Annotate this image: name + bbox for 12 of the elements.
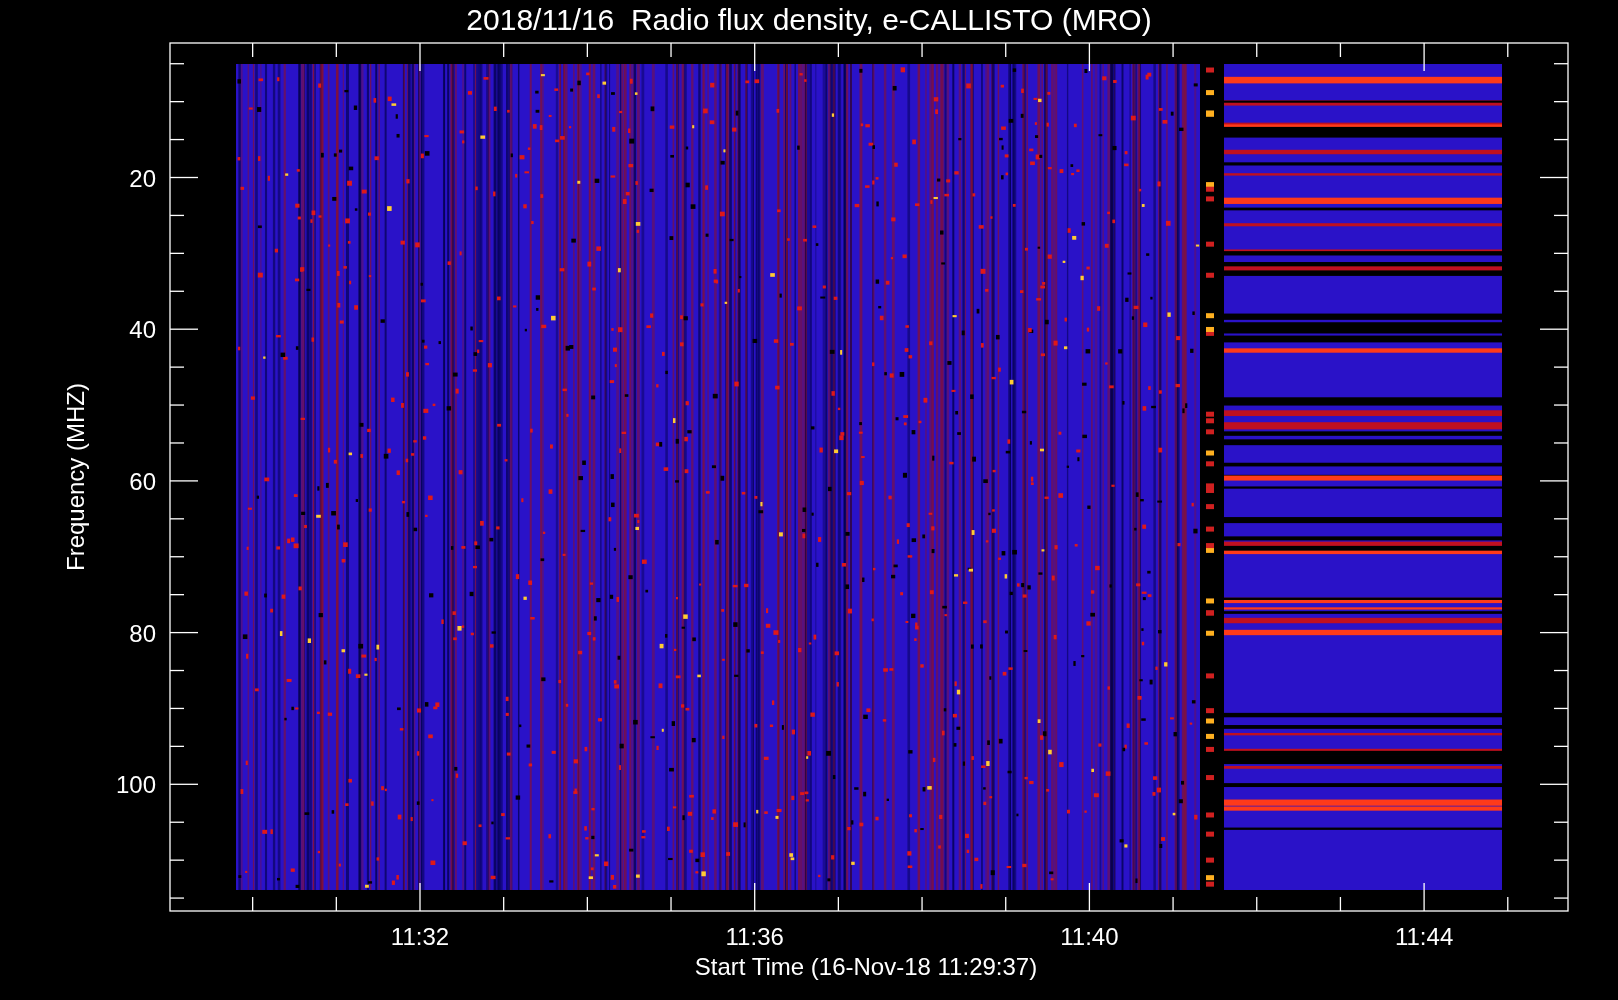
- tick-label: 11:36: [725, 923, 784, 950]
- tick-label: 20: [129, 164, 156, 192]
- tick-label: 40: [129, 316, 156, 344]
- plot-title: 2018/11/16 Radio flux density, e-CALLISTO (MRO): [466, 3, 1152, 36]
- tick-label: 60: [129, 467, 156, 495]
- tick-label: 80: [129, 619, 156, 647]
- tick-label: 11:44: [1394, 923, 1454, 950]
- tick-label: 100: [115, 771, 156, 799]
- tick-label: 11:40: [1060, 923, 1119, 950]
- y-axis-label: Frequency (MHZ): [62, 383, 89, 571]
- x-axis-label: Start Time (16-Nov-18 11:29:37): [694, 953, 1038, 980]
- tick-label: 11:32: [390, 923, 450, 950]
